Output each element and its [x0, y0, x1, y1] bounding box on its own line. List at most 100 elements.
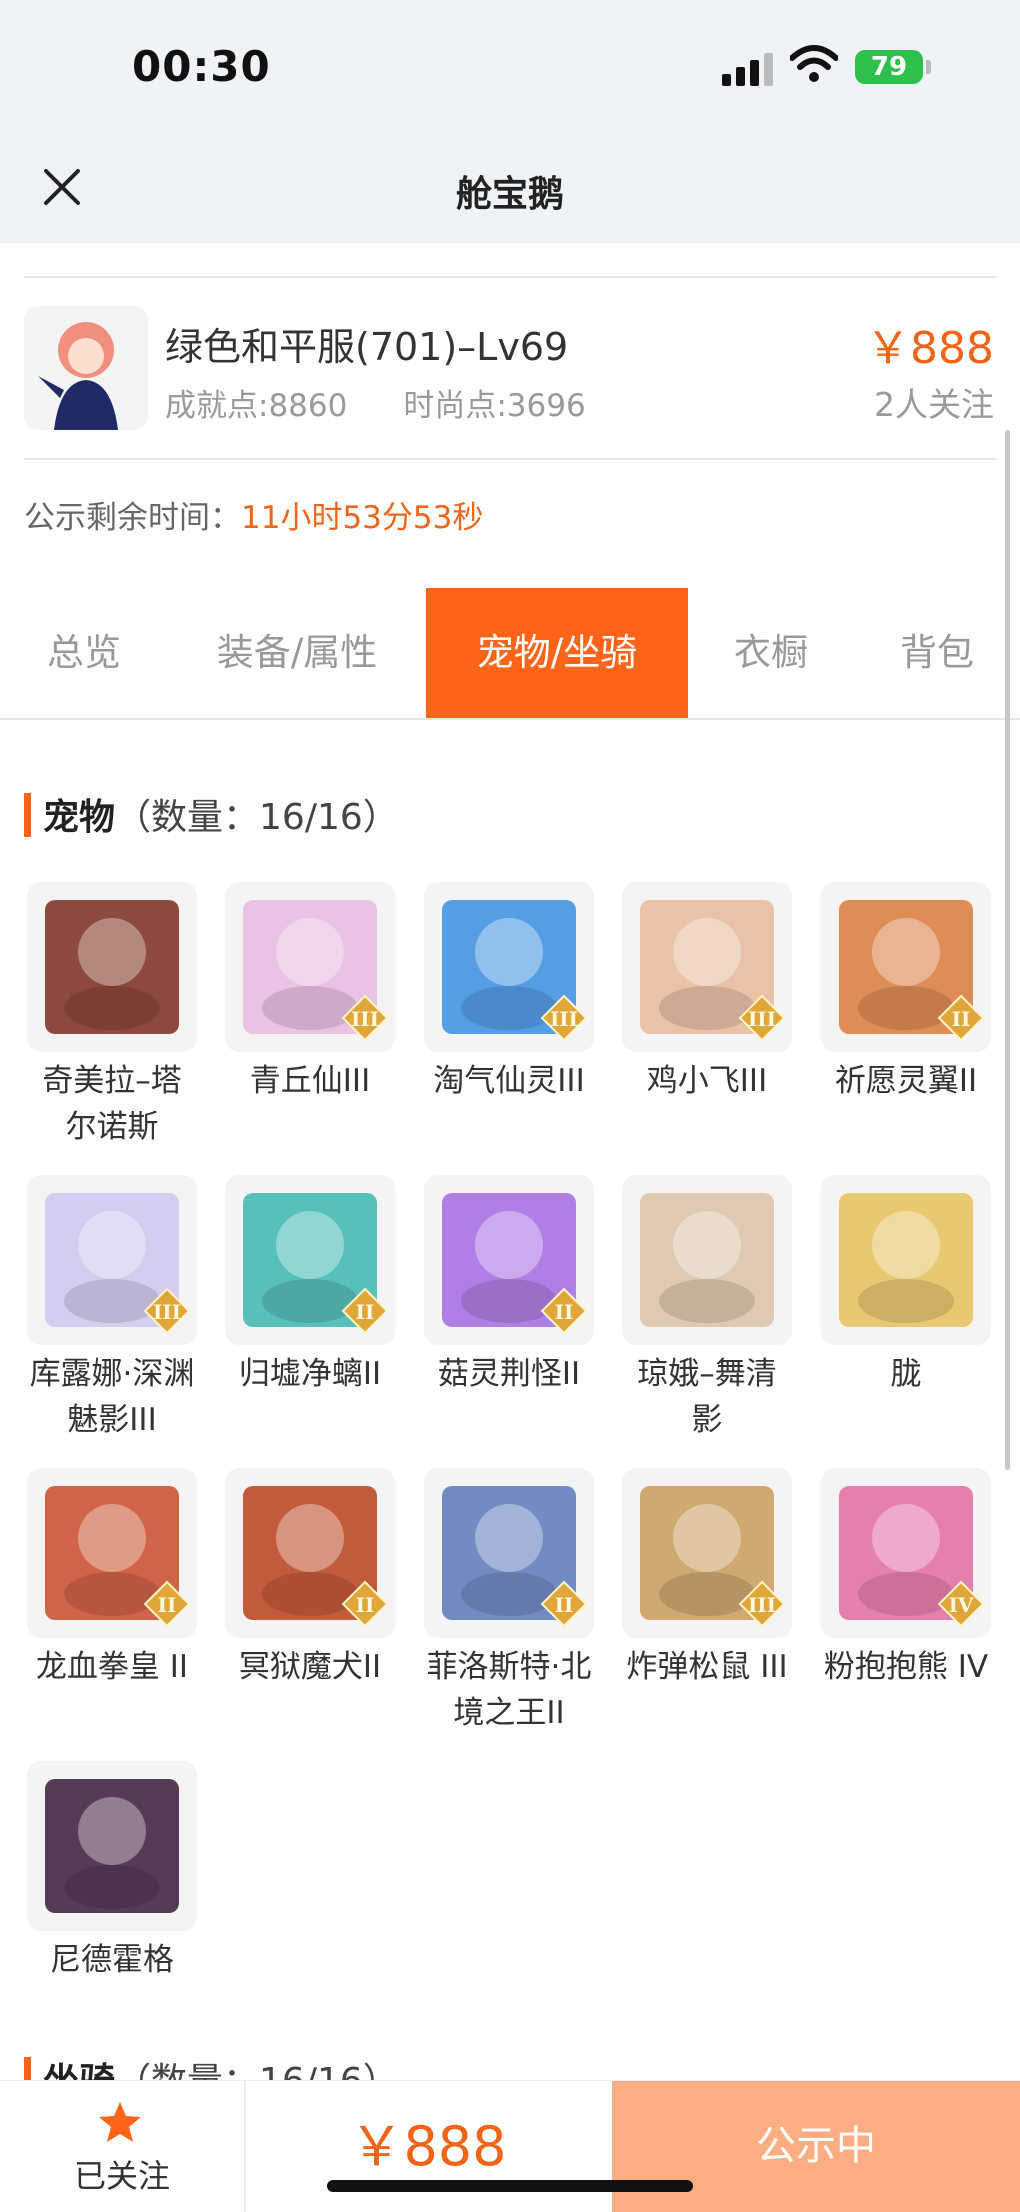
pet-thumbnail: III: [27, 1175, 197, 1345]
scrollbar[interactable]: [1005, 430, 1010, 1470]
grade-badge-icon: III: [738, 994, 786, 1042]
countdown-value: 11小时53分53秒: [241, 500, 484, 536]
follow-label: 已关注: [73, 2157, 170, 2195]
pet-thumbnail: III: [622, 882, 792, 1052]
grade-badge-icon: III: [341, 994, 389, 1042]
countdown-label: 公示剩余时间：: [24, 500, 241, 536]
grade-badge-icon: II: [143, 1580, 191, 1628]
pet-card[interactable]: 胧: [821, 1175, 991, 1397]
pet-thumbnail: IV: [821, 1468, 991, 1638]
tab-divider: [0, 718, 1020, 720]
tab-wardrobe[interactable]: 衣橱: [688, 588, 854, 718]
svg-text:III: III: [748, 1007, 776, 1031]
pet-card[interactable]: 奇美拉–塔尔诺斯: [27, 882, 197, 1150]
pet-image: [839, 1193, 973, 1327]
pet-name: 琼娥–舞清影: [637, 1356, 777, 1438]
svg-text:III: III: [351, 1007, 379, 1031]
star-icon: [99, 2102, 141, 2142]
pets-section-title: 宠物（数量：16/16）: [24, 788, 399, 840]
pet-name: 奇美拉–塔尔诺斯: [42, 1063, 182, 1145]
pets-count: （数量：16/16）: [115, 797, 399, 838]
pet-thumbnail: III: [622, 1468, 792, 1638]
pet-card[interactable]: III 淘气仙灵III: [424, 882, 594, 1104]
pet-image: [45, 1779, 179, 1913]
pet-card[interactable]: II 归墟净螭II: [225, 1175, 395, 1397]
pet-thumbnail: III: [225, 882, 395, 1052]
pet-card[interactable]: 尼德霍格: [27, 1761, 197, 1983]
svg-text:IV: IV: [949, 1593, 974, 1617]
grade-badge-icon: III: [540, 994, 588, 1042]
svg-text:II: II: [158, 1593, 177, 1617]
tab-bar: 总览 装备/属性 宠物/坐骑 衣橱 背包: [0, 588, 1020, 718]
pet-card[interactable]: II 菲洛斯特·北境之王II: [424, 1468, 594, 1736]
pet-name: 菲洛斯特·北境之王II: [426, 1649, 592, 1731]
pet-card[interactable]: 琼娥–舞清影: [622, 1175, 792, 1443]
follow-button[interactable]: 已关注: [0, 2081, 246, 2212]
wifi-icon: [790, 45, 838, 82]
character-avatar: [24, 306, 148, 430]
pet-name: 归墟净螭II: [238, 1356, 382, 1392]
battery-cap: [926, 60, 931, 74]
section-accent-bar: [24, 793, 31, 837]
bottom-bar: 已关注 ￥888 公示中: [0, 2080, 1020, 2212]
item-card[interactable]: 绿色和平服(701)–Lv69 成就点:8860 时尚点:3696 ￥888 2人…: [0, 278, 1020, 458]
svg-text:II: II: [356, 1300, 375, 1324]
pet-image: [640, 1193, 774, 1327]
fashion-points: 时尚点:3696: [403, 388, 586, 424]
pet-image: [45, 900, 179, 1034]
tab-pets-mounts[interactable]: 宠物/坐骑: [426, 588, 688, 718]
pet-thumbnail: II: [424, 1468, 594, 1638]
pet-card[interactable]: IV 粉抱抱熊 IV: [821, 1468, 991, 1690]
pet-name: 祈愿灵翼II: [834, 1063, 978, 1099]
svg-text:III: III: [550, 1007, 578, 1031]
item-name: 绿色和平服(701)–Lv69: [165, 325, 569, 369]
pet-thumbnail: [622, 1175, 792, 1345]
item-stats: 成就点:8860 时尚点:3696: [165, 380, 642, 425]
bottom-price: ￥888: [349, 2115, 507, 2178]
pet-name: 胧: [890, 1356, 922, 1392]
pet-thumbnail: II: [225, 1175, 395, 1345]
status-bar: 00:30 79: [0, 0, 1020, 135]
pet-card[interactable]: III 鸡小飞III: [622, 882, 792, 1104]
achievement-points: 成就点:8860: [165, 388, 348, 424]
grade-badge-icon: II: [937, 994, 985, 1042]
pet-card[interactable]: III 青丘仙III: [225, 882, 395, 1104]
grade-badge-icon: II: [540, 1580, 588, 1628]
battery-level: 79: [870, 52, 908, 82]
follower-count: 2人关注: [874, 385, 994, 424]
pet-thumbnail: [821, 1175, 991, 1345]
pet-name: 青丘仙III: [249, 1063, 371, 1099]
grade-badge-icon: II: [540, 1287, 588, 1335]
pet-card[interactable]: III 炸弹松鼠 III: [622, 1468, 792, 1690]
pet-card[interactable]: II 龙血拳皇 II: [27, 1468, 197, 1690]
pet-thumbnail: II: [821, 882, 991, 1052]
pet-name: 淘气仙灵III: [433, 1063, 585, 1099]
page-title: 舱宝鹅: [455, 174, 564, 215]
pet-name: 鸡小飞III: [646, 1063, 768, 1099]
pet-name: 尼德霍格: [50, 1942, 174, 1978]
publicity-button[interactable]: 公示中: [612, 2081, 1020, 2212]
tab-backpack[interactable]: 背包: [854, 588, 1020, 718]
tab-overview[interactable]: 总览: [0, 588, 168, 718]
item-price: ￥888: [866, 323, 994, 374]
pet-thumbnail: III: [424, 882, 594, 1052]
grade-badge-icon: II: [341, 1580, 389, 1628]
pet-card[interactable]: III 库露娜·深渊魅影III: [27, 1175, 197, 1443]
pet-card[interactable]: II 祈愿灵翼II: [821, 882, 991, 1104]
svg-text:II: II: [952, 1007, 971, 1031]
tab-equipment[interactable]: 装备/属性: [168, 588, 426, 718]
pet-thumbnail: [27, 882, 197, 1052]
pet-name: 库露娜·深渊魅影III: [29, 1356, 195, 1438]
pet-card[interactable]: II 菇灵荆怪II: [424, 1175, 594, 1397]
status-time: 00:30: [132, 42, 271, 91]
pet-name: 龙血拳皇 II: [35, 1649, 189, 1685]
pet-name: 炸弹松鼠 III: [626, 1649, 788, 1685]
pet-thumbnail: II: [225, 1468, 395, 1638]
svg-text:III: III: [153, 1300, 181, 1324]
cellular-signal-icon: [722, 52, 774, 86]
pet-thumbnail: II: [424, 1175, 594, 1345]
svg-text:II: II: [356, 1593, 375, 1617]
battery-icon: 79: [855, 50, 923, 84]
home-indicator: [327, 2180, 693, 2192]
pet-card[interactable]: II 冥狱魔犬II: [225, 1468, 395, 1690]
